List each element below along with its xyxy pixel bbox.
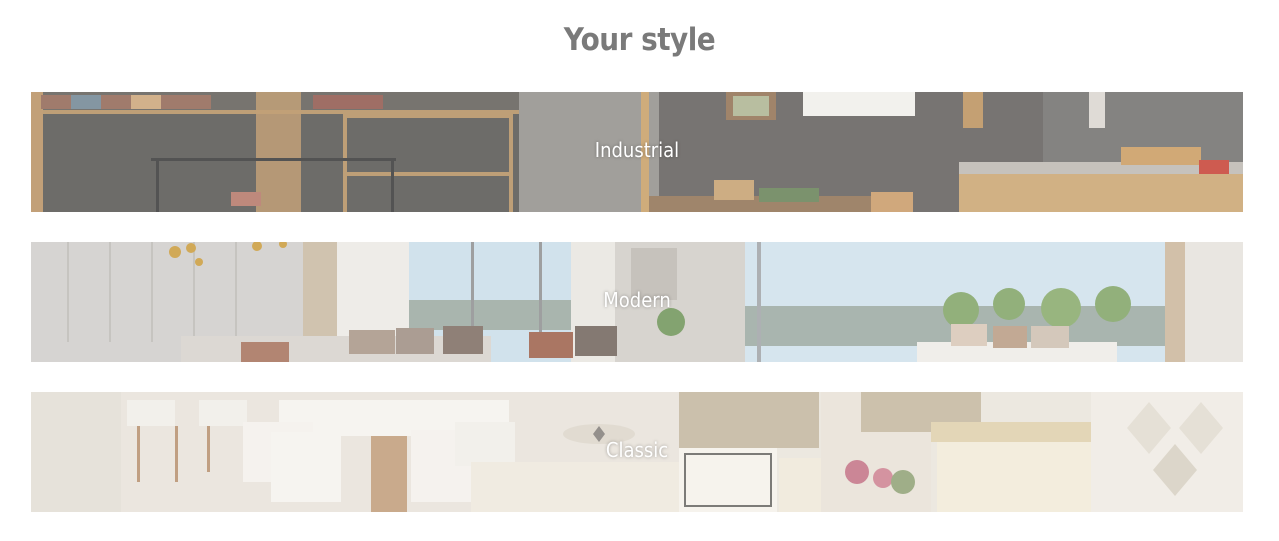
style-card-modern[interactable]: Modern <box>31 242 1243 362</box>
style-card-classic[interactable]: Classic <box>31 392 1243 512</box>
style-card-industrial[interactable]: Industrial <box>31 92 1243 212</box>
style-label-industrial: Industrial <box>594 138 680 162</box>
page-title: Your style <box>563 22 716 58</box>
style-label-modern: Modern <box>603 288 671 312</box>
style-label-classic: Classic <box>605 438 669 462</box>
